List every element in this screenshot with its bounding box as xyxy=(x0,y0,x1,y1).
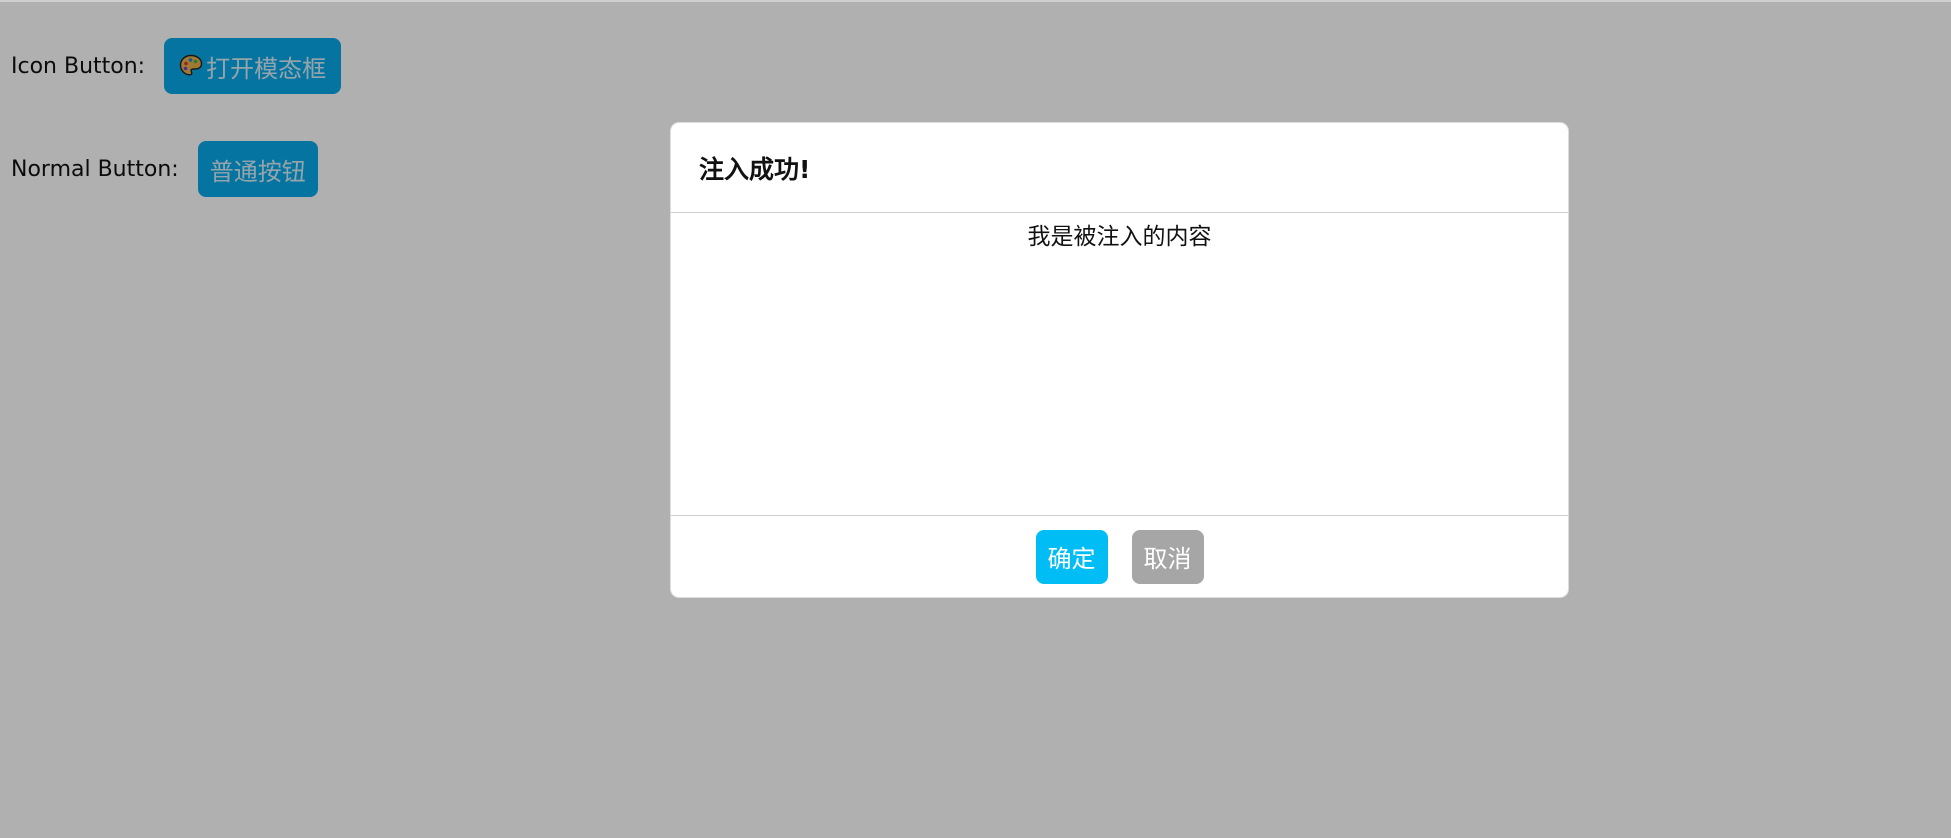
modal-header: 注入成功! xyxy=(671,123,1568,213)
modal-title: 注入成功! xyxy=(699,154,811,184)
modal-dialog: 注入成功! 我是被注入的内容 确定 取消 xyxy=(670,122,1569,598)
modal-footer: 确定 取消 xyxy=(671,516,1568,597)
modal-body: 我是被注入的内容 xyxy=(671,213,1568,516)
modal-content-text: 我是被注入的内容 xyxy=(1027,224,1212,250)
cancel-button[interactable]: 取消 xyxy=(1131,529,1204,584)
confirm-button[interactable]: 确定 xyxy=(1035,529,1108,584)
